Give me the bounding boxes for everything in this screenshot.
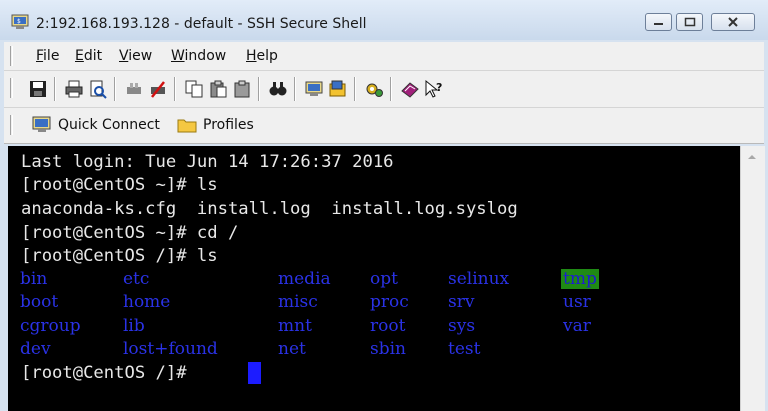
dir-entry-highlighted: tmp (561, 269, 599, 289)
close-button[interactable] (711, 13, 755, 31)
clipboard-icon[interactable] (232, 79, 252, 99)
paste-icon[interactable] (208, 79, 228, 99)
dir-entry: proc (370, 292, 409, 312)
window-title: 2:192.168.193.128 - default - SSH Secure… (36, 16, 367, 32)
toolbar-separator (114, 77, 116, 101)
menubar-grip[interactable] (10, 46, 13, 66)
help-book-icon[interactable] (400, 79, 420, 99)
quick-connect-label: Quick Connect (58, 117, 160, 133)
print-icon[interactable] (64, 79, 84, 99)
menu-edit[interactable]: Edit (75, 48, 102, 64)
quick-connect-bar: Quick Connect Profiles (4, 108, 764, 144)
toolbar-separator (294, 77, 296, 101)
quick-connect-button[interactable]: Quick Connect (32, 112, 160, 138)
terminal-cursor (248, 362, 261, 384)
dir-entry: usr (563, 292, 591, 312)
toolbar-grip[interactable] (10, 78, 13, 98)
menu-file[interactable]: File (36, 48, 59, 64)
terminal-prompt: [root@CentOS /]# (21, 363, 197, 383)
dir-entry: net (278, 339, 306, 359)
dir-entry: var (563, 316, 591, 336)
toolbar-separator (174, 77, 176, 101)
dir-entry: lib (123, 316, 145, 336)
minimize-button[interactable] (645, 13, 672, 31)
dir-entry: test (448, 339, 481, 359)
profiles-label: Profiles (203, 117, 254, 133)
dir-entry: root (370, 316, 406, 336)
terminal-line: [root@CentOS ~]# cd / (21, 223, 239, 243)
maximize-icon (684, 17, 696, 27)
toolbar-separator (390, 77, 392, 101)
context-help-icon[interactable]: ? (424, 79, 444, 99)
dir-entry: cgroup (20, 316, 81, 336)
title-bar[interactable]: $ 2:192.168.193.128 - default - SSH Secu… (0, 0, 768, 40)
dir-entry: dev (20, 339, 51, 359)
vertical-scrollbar[interactable] (740, 146, 765, 411)
toolbar-separator (258, 77, 260, 101)
connect-icon[interactable] (124, 79, 144, 99)
quickbar-grip[interactable] (10, 115, 13, 135)
menu-window[interactable]: Window (171, 48, 226, 64)
dir-entry: sbin (370, 339, 406, 359)
minimize-icon (654, 23, 663, 25)
toolbar-separator (354, 77, 356, 101)
ssh-app-icon: $ (11, 14, 29, 29)
dir-entry: lost+found (123, 339, 218, 359)
folder-icon (177, 119, 197, 133)
toolbar: ? (4, 71, 764, 108)
dir-entry: opt (370, 269, 398, 289)
terminal-line: [root@CentOS /]# ls (21, 246, 218, 266)
dir-entry: home (123, 292, 171, 312)
dir-entry: media (278, 269, 331, 289)
print-preview-icon[interactable] (88, 79, 108, 99)
dir-entry: srv (448, 292, 475, 312)
find-icon[interactable] (268, 79, 288, 99)
dir-entry: misc (278, 292, 318, 312)
svg-text:$: $ (17, 18, 21, 25)
quick-connect-icon (32, 116, 51, 132)
new-file-transfer-icon[interactable] (328, 79, 348, 99)
terminal-output[interactable]: Last login: Tue Jun 14 17:26:37 2016 [ro… (8, 146, 740, 411)
profiles-button[interactable]: Profiles (177, 112, 254, 138)
terminal-line: anaconda-ks.cfg install.log install.log.… (21, 199, 518, 219)
svg-text:?: ? (436, 81, 442, 94)
dir-entry: boot (20, 292, 59, 312)
settings-icon[interactable] (364, 79, 384, 99)
menu-view[interactable]: View (119, 48, 152, 64)
dir-entry: etc (123, 269, 150, 289)
dir-entry: mnt (278, 316, 312, 336)
terminal-line: Last login: Tue Jun 14 17:26:37 2016 (21, 152, 394, 172)
dir-entry: bin (20, 269, 48, 289)
terminal-line: [root@CentOS ~]# ls (21, 175, 218, 195)
save-icon[interactable] (28, 79, 48, 99)
toolbar-separator (54, 77, 56, 101)
menu-help[interactable]: Help (246, 48, 278, 64)
maximize-button[interactable] (676, 13, 703, 31)
copy-icon[interactable] (184, 79, 204, 99)
close-icon (728, 17, 738, 27)
new-terminal-icon[interactable] (304, 79, 324, 99)
disconnect-icon[interactable] (148, 79, 168, 99)
dir-entry: sys (448, 316, 476, 336)
menu-bar: File Edit View Window Help (4, 42, 764, 71)
dir-entry: selinux (448, 269, 510, 289)
scroll-up-arrow-icon[interactable] (745, 152, 759, 162)
ssh-window: $ 2:192.168.193.128 - default - SSH Secu… (0, 0, 768, 411)
